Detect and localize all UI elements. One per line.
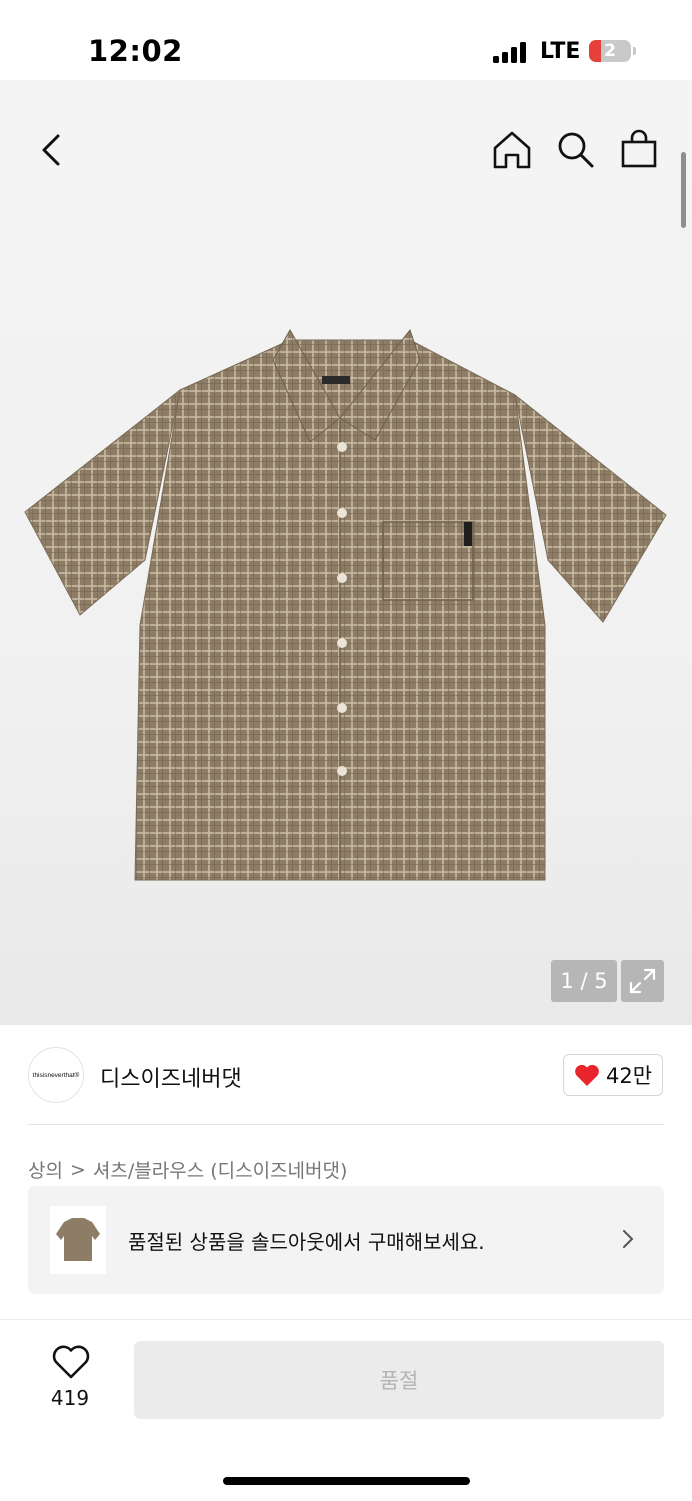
status-time: 12:02 (88, 34, 183, 68)
breadcrumb: 상의 > 셔츠/블라우스 (디스이즈네버댓) (28, 1156, 347, 1183)
image-counter: 1 / 5 (551, 960, 617, 1002)
signal-icon (493, 41, 527, 63)
network-label: LTE (540, 39, 581, 64)
heart-filled-icon (575, 1064, 599, 1086)
section-divider (28, 1124, 664, 1125)
product-image-gallery[interactable] (0, 80, 692, 1025)
brand-like-button[interactable]: 42만 (563, 1054, 663, 1096)
battery-icon: 2 (589, 40, 631, 62)
home-icon[interactable] (490, 128, 534, 172)
soldout-banner-text: 품절된 상품을 솔드아웃에서 구매해보세요. (128, 1230, 485, 1254)
breadcrumb-subcategory[interactable]: 셔츠/블라우스 (디스이즈네버댓) (93, 1156, 348, 1183)
heart-outline-icon[interactable] (51, 1344, 91, 1380)
battery-level: 2 (604, 41, 616, 61)
brand-logo-text: thisisneverthat® (32, 1071, 80, 1079)
brand-logo[interactable]: thisisneverthat® (28, 1047, 84, 1103)
soldout-button[interactable]: 품절 (134, 1341, 664, 1419)
soldout-banner[interactable]: 품절된 상품을 솔드아웃에서 구매해보세요. (28, 1186, 664, 1294)
wishlist-count: 419 (50, 1386, 90, 1410)
product-image (24, 328, 667, 881)
search-icon[interactable] (554, 128, 598, 172)
scrollbar[interactable] (681, 152, 686, 228)
brand-like-count: 42만 (605, 1064, 653, 1088)
back-icon[interactable] (30, 128, 74, 172)
expand-icon[interactable] (621, 960, 664, 1002)
soldout-thumbnail (50, 1206, 106, 1274)
battery-tip (633, 47, 636, 55)
chevron-right-icon (623, 1230, 634, 1248)
home-indicator (223, 1477, 470, 1485)
brand-name[interactable]: 디스이즈네버댓 (100, 1061, 242, 1093)
bag-icon[interactable] (617, 128, 661, 172)
breadcrumb-separator: > (69, 1158, 86, 1181)
breadcrumb-category[interactable]: 상의 (28, 1156, 63, 1183)
